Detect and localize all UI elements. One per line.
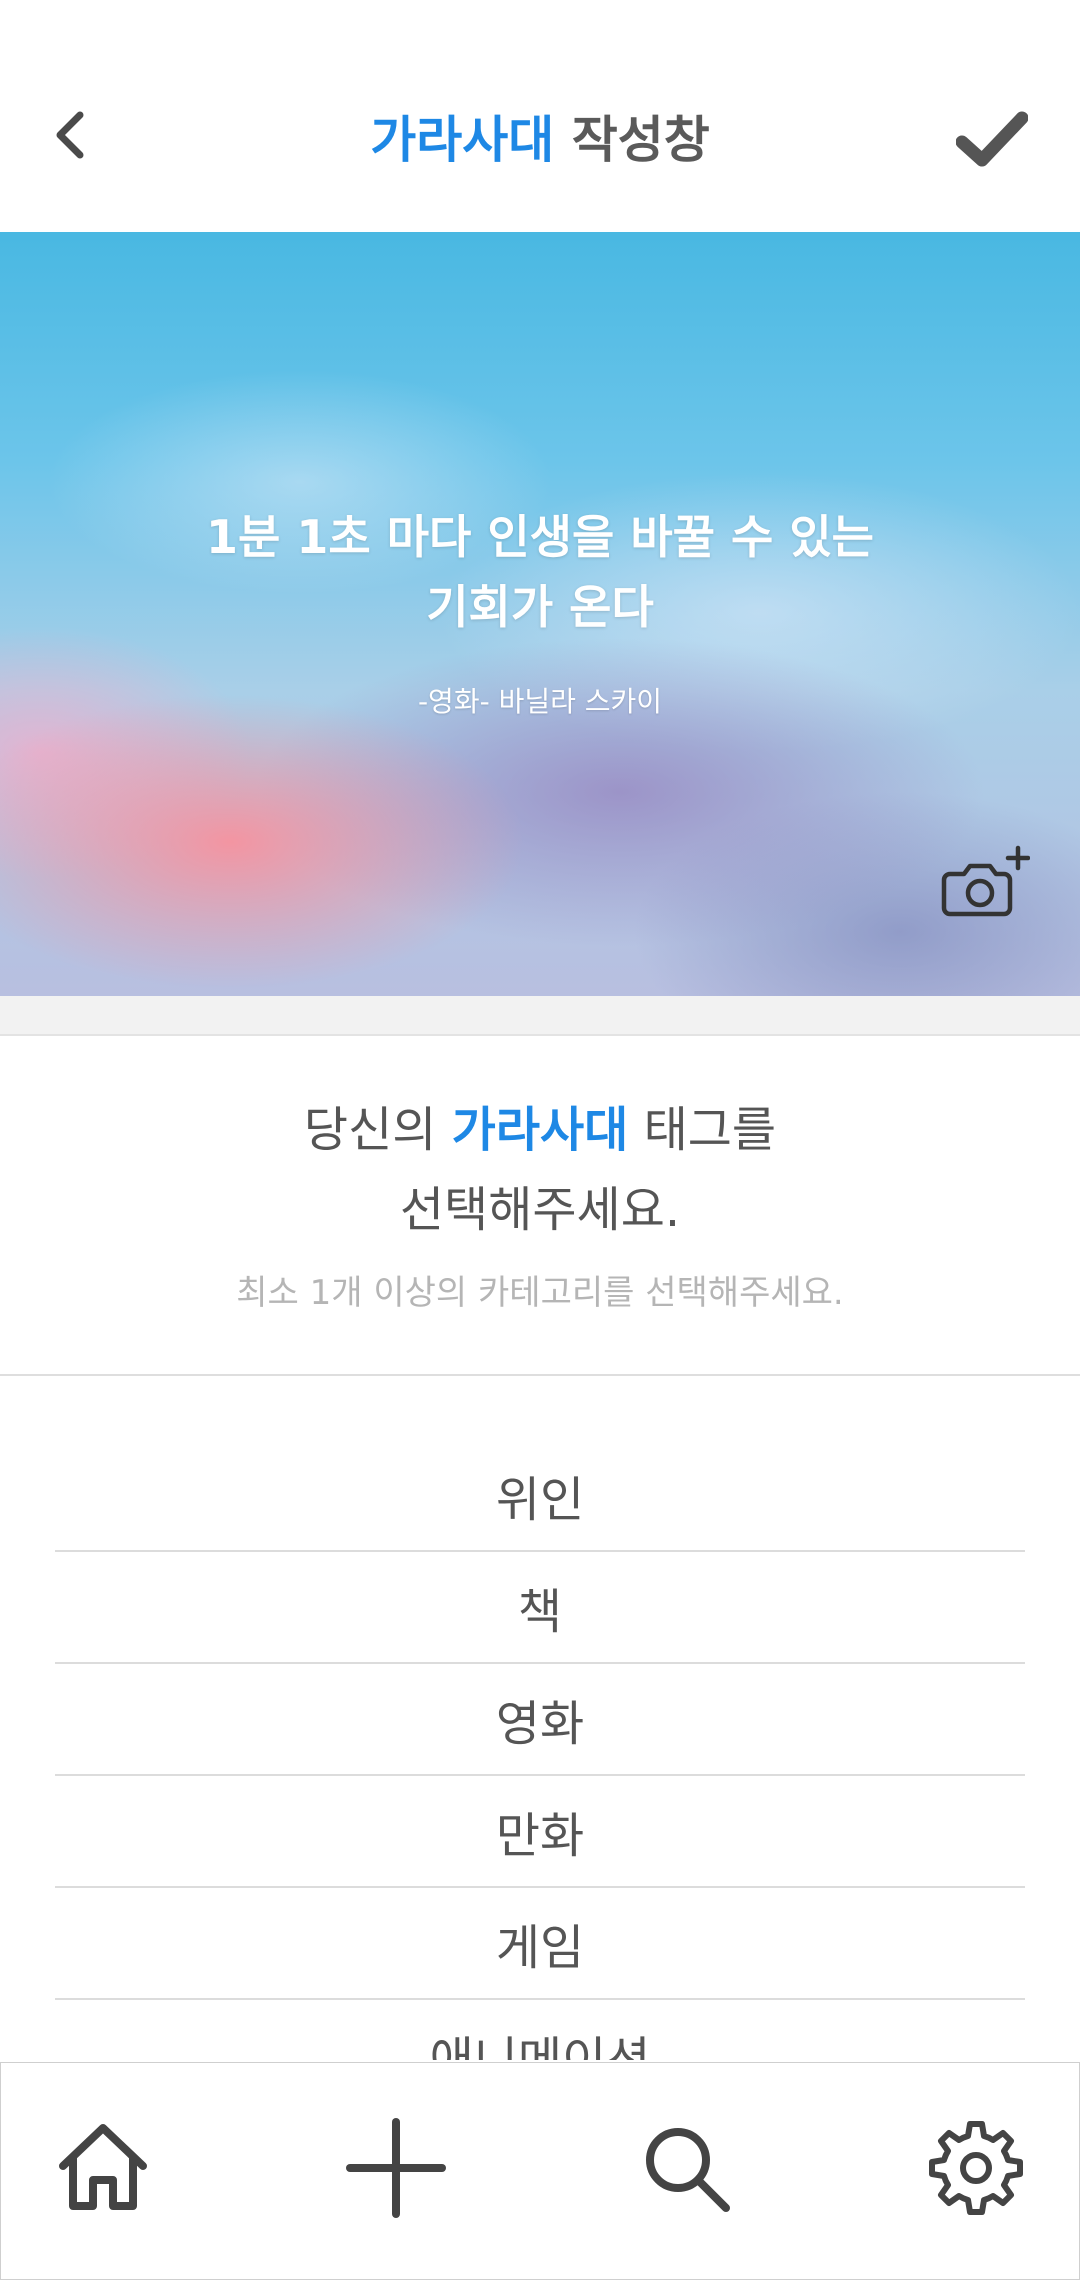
category-list[interactable]: 위인 책 영화 만화 게임 애니메이션	[55, 1440, 1025, 2060]
prompt-accent: 가라사대	[451, 1102, 629, 1158]
category-item-great-people[interactable]: 위인	[55, 1440, 1025, 1552]
tab-settings[interactable]	[921, 2113, 1031, 2223]
prompt-after: 태그를	[628, 1102, 777, 1158]
quote-line-1: 1분 1초 마다 인생을 바꿀 수 있는	[206, 510, 874, 564]
tab-write[interactable]	[341, 2113, 451, 2223]
category-item-comics[interactable]: 만화	[55, 1776, 1025, 1888]
home-icon	[59, 2124, 147, 2210]
settings-gear-icon	[929, 2121, 1023, 2215]
change-photo-button[interactable]	[940, 842, 1031, 922]
tag-prompt: 당신의 가라사대 태그를 선택해주세요.	[0, 1090, 1080, 1250]
tag-prompt-line-1: 당신의 가라사대 태그를	[0, 1090, 1080, 1170]
quote-text: 1분 1초 마다 인생을 바꿀 수 있는 기회가 온다	[0, 502, 1080, 642]
title-rest: 작성창	[554, 111, 710, 169]
category-item-movies[interactable]: 영화	[55, 1664, 1025, 1776]
tag-prompt-line-2: 선택해주세요.	[399, 1182, 681, 1238]
bottom-tab-bar	[0, 2062, 1080, 2280]
quote-source: -영화- 바닐라 스카이	[417, 685, 663, 718]
tab-search[interactable]	[631, 2113, 741, 2223]
plus-icon	[346, 2118, 446, 2218]
category-item-games[interactable]: 게임	[55, 1888, 1025, 2000]
tag-hint: 최소 1개 이상의 카테고리를 선택해주세요.	[236, 1273, 844, 1313]
page-title: 가라사대 작성창	[0, 100, 1080, 180]
quote-line-2: 기회가 온다	[426, 580, 654, 634]
tab-home[interactable]	[48, 2113, 158, 2223]
search-icon	[646, 2128, 730, 2212]
checkmark-icon	[956, 111, 1028, 167]
camera-add-icon	[941, 845, 1031, 917]
quote-banner-image: 1분 1초 마다 인생을 바꿀 수 있는 기회가 온다 -영화- 바닐라 스카이	[0, 232, 1080, 996]
title-accent: 가라사대	[370, 111, 555, 169]
divider	[0, 1374, 1080, 1376]
confirm-button[interactable]	[952, 100, 1032, 180]
prompt-before: 당신의	[303, 1102, 452, 1158]
app-header: 가라사대 작성창	[0, 0, 1080, 232]
category-item-animation[interactable]: 애니메이션	[55, 2000, 1025, 2060]
section-separator	[0, 996, 1080, 1036]
category-item-books[interactable]: 책	[55, 1552, 1025, 1664]
